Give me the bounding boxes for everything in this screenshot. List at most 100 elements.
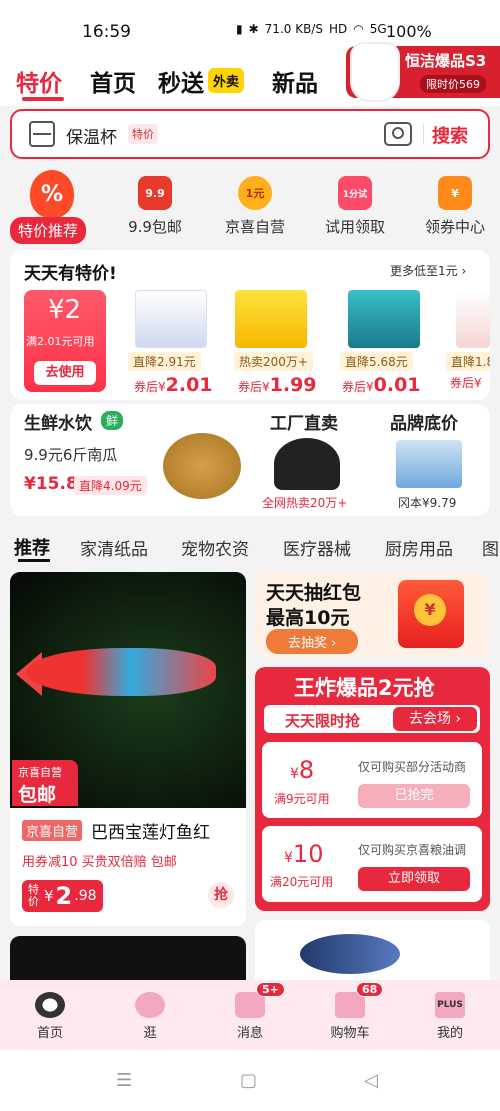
bottom-tab-label: 我的 [436, 1026, 463, 1041]
coupon-condition: 满2.01元可用 [26, 335, 95, 348]
bottom-tab-browse[interactable]: 逛 [100, 980, 200, 1050]
toilet-image [352, 44, 398, 100]
draw-button[interactable]: 去抽奖 › [266, 629, 359, 654]
product-tag: 热卖200万+ [234, 352, 313, 371]
price-integer: 2 [55, 882, 73, 910]
tab-pet[interactable]: 宠物农资 [181, 535, 249, 560]
seeds-image[interactable] [163, 433, 241, 499]
use-coupon-button[interactable]: 去使用 [34, 361, 96, 385]
category-trial[interactable]: 1分试 试用领取 [305, 162, 405, 237]
bluetooth-icon: ✱ [248, 22, 259, 36]
category-label: 领券中心 [424, 218, 485, 236]
search-divider [423, 124, 424, 144]
tab-home[interactable]: 首页 [90, 64, 136, 98]
cart-count-badge: 68 [356, 982, 384, 997]
red-packet-title: 天天抽红包 [266, 582, 362, 604]
coin-icon: ¥ [414, 594, 446, 626]
product-image-tissue[interactable] [135, 290, 207, 348]
signal-label: 5G [369, 22, 387, 36]
tab-new[interactable]: 新品 [272, 64, 318, 98]
tab-medical[interactable]: 医疗器械 [283, 535, 351, 560]
fish-image [300, 934, 400, 974]
back-triangle-icon[interactable]: ◁ [364, 1070, 378, 1091]
99-icon: 9.9 [138, 176, 172, 210]
badge-line1: 京喜自营 [18, 766, 62, 779]
grab-button[interactable]: 抢 [208, 882, 234, 908]
product-price: 券后¥ [450, 376, 482, 390]
brand-product-image[interactable] [396, 440, 462, 488]
daily-deals-title: 天天有特价! [24, 264, 117, 284]
status-icons: ▮ ✱ 71.0 KB/S HD ◠ 5G [236, 22, 387, 36]
tab-household[interactable]: 家清纸品 [80, 535, 148, 560]
coupon-desc: 仅可购买京喜粮油调 [358, 843, 467, 857]
factory-title[interactable]: 工厂直卖 [270, 409, 338, 434]
product-price: 券后¥0.01 [342, 374, 421, 396]
category-tejia-recommend[interactable]: 特价推荐 [10, 217, 87, 244]
coupon-amount: ¥2 [48, 295, 82, 325]
search-input[interactable]: 保温杯 [66, 123, 117, 148]
tab-recommend[interactable]: 推荐 [14, 534, 50, 560]
sold-out-button[interactable]: 已抢完 [358, 784, 470, 808]
clock: 16:59 [82, 22, 131, 42]
category-coupon-center[interactable]: ¥ 领券中心 [405, 162, 500, 237]
go-venue-button[interactable]: 去会场 › [393, 707, 477, 731]
coupon-desc: 仅可购买部分活动商 [358, 760, 467, 774]
category-99-baoyou[interactable]: 9.9 9.9包邮 [105, 162, 205, 237]
category-label: 试用领取 [324, 218, 385, 236]
bottom-tab-home[interactable]: 首页 [0, 980, 100, 1050]
product-image-soap[interactable] [235, 290, 307, 348]
wifi-icon: ◠ [353, 22, 364, 36]
brand-subtitle: 冈本¥9.79 [398, 496, 457, 510]
coupon-icon: ¥ [438, 176, 472, 210]
umbrella-image[interactable] [274, 438, 340, 490]
percent-flame-icon[interactable]: % [30, 170, 74, 218]
product-title[interactable]: 巴西宝莲灯鱼红 [91, 818, 210, 843]
search-button[interactable]: 搜索 [432, 122, 468, 148]
price-decimal: .98 [74, 888, 97, 904]
tab-more[interactable]: 图 [482, 535, 500, 560]
product-price: 券后¥2.01 [134, 374, 213, 396]
factory-subtitle: 全网热卖20万+ [262, 496, 348, 510]
bottom-tab-label: 购物车 [330, 1026, 370, 1041]
bottom-tab-messages[interactable]: 消息 5+ [200, 980, 300, 1050]
one-yuan-icon: 1元 [238, 176, 272, 210]
message-count-badge: 5+ [256, 982, 285, 997]
category-label: 京喜自营 [224, 218, 285, 236]
fresh-tag: 鲜 [101, 411, 124, 430]
tab-kitchen[interactable]: 厨房用品 [385, 535, 453, 560]
claim-button[interactable]: 立即领取 [358, 867, 470, 891]
home-square-icon[interactable]: ▢ [240, 1070, 257, 1091]
home-mascot-icon [35, 992, 65, 1018]
coupon-condition: 满20元可用 [270, 875, 334, 889]
fresh-title[interactable]: 生鲜水饮 [24, 409, 92, 434]
ad-price: 限时价569 [420, 75, 486, 93]
product-image-partial[interactable] [456, 290, 490, 348]
price-symbol: ¥ [44, 887, 54, 905]
tab-miaosong[interactable]: 秒送 [158, 64, 204, 98]
vibrate-icon: ▮ [236, 22, 243, 36]
tab-tejia[interactable]: 特价 [16, 64, 62, 98]
product-image-battery[interactable] [348, 290, 420, 348]
search-bar[interactable]: 保温杯 特价 搜索 [10, 109, 490, 159]
coupon-condition: 满9元可用 [274, 792, 330, 806]
bottom-tab-label: 逛 [143, 1026, 157, 1041]
bottom-tab-label: 消息 [236, 1026, 263, 1041]
fresh-drop: 直降4.09元 [74, 476, 147, 495]
bottom-tab-cart[interactable]: 购物车 68 [300, 980, 400, 1050]
product-tag: 直降5.68元 [340, 352, 413, 371]
brand-title[interactable]: 品牌底价 [390, 409, 458, 434]
menu-icon[interactable]: ☰ [116, 1070, 132, 1091]
price-tag: 特价 ¥ 2 .98 [22, 880, 103, 912]
battery-level: 100% [386, 22, 432, 41]
search-tag: 特价 [128, 124, 158, 144]
product-tag: 直降1.8 [446, 352, 490, 371]
self-operated-tag: 京喜自营 [22, 820, 83, 841]
fresh-price: ¥15.8 [24, 474, 78, 494]
browse-face-icon [135, 992, 165, 1018]
bottom-tab-me[interactable]: PLUS 我的 [400, 980, 500, 1050]
more-link[interactable]: 更多低至1元 › [390, 262, 466, 279]
active-tab-underline [22, 97, 64, 101]
waimai-badge: 外卖 [208, 68, 245, 93]
category-jingxi-ziying[interactable]: 1元 京喜自营 [205, 162, 305, 237]
fresh-subtitle: 9.9元6斤南瓜 [24, 446, 118, 464]
